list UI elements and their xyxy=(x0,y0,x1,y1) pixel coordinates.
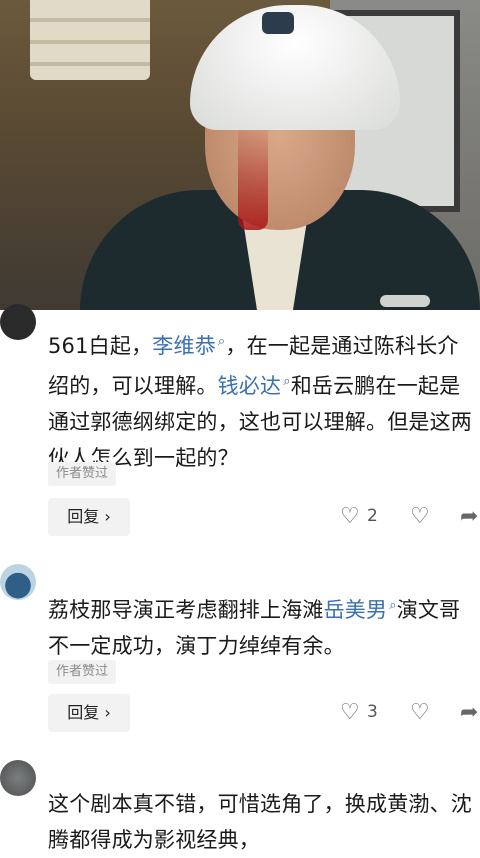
like-count: 2 xyxy=(367,506,378,526)
comment-1: 561白起，李维恭 ⌕，在一起是通过陈科长介绍的，可以理解。钱必达 ⌕和岳云鹏在一起… xyxy=(0,304,480,550)
heart-icon[interactable]: ♡ xyxy=(340,506,360,528)
share-icon[interactable]: ➦ xyxy=(460,702,478,724)
author-liked-tag: 作者赞过 xyxy=(48,462,117,486)
search-icon: ⌕ xyxy=(389,598,397,613)
author-liked-tag: 作者赞过 xyxy=(48,660,117,684)
mention-name: 李维恭 xyxy=(152,334,216,358)
helmet-badge xyxy=(262,12,294,34)
heart-icon[interactable]: ♡ xyxy=(340,702,360,724)
text-segment: 这个剧本真不错，可惜选角了，换成黄渤、沈腾都得成为影视经典， xyxy=(48,792,472,852)
blood-streak xyxy=(238,120,268,230)
text-segment: 荔枝那导演正考虑翻排上海滩 xyxy=(48,598,324,622)
comment-text: 561白起，李维恭 ⌕，在一起是通过陈科长介绍的，可以理解。钱必达 ⌕和岳云鹏在一起… xyxy=(48,324,476,476)
avatar[interactable] xyxy=(0,304,36,340)
video-frame-image[interactable] xyxy=(0,0,480,310)
background-lamp xyxy=(30,0,150,80)
broken-heart-icon[interactable]: ♡ xyxy=(410,702,430,724)
search-icon: ⌕ xyxy=(283,374,291,389)
mention-name: 岳美男 xyxy=(323,598,388,622)
avatar[interactable] xyxy=(0,760,36,796)
mention-link[interactable]: 岳美男 ⌕ xyxy=(324,598,397,622)
wing-badge xyxy=(380,295,430,307)
mention-name: 钱必达 xyxy=(217,374,282,398)
comment-text: 荔枝那导演正考虑翻排上海滩岳美男 ⌕演文哥不一定成功，演丁力绰绰有余。 xyxy=(48,588,476,664)
reply-button[interactable]: 回复 › xyxy=(48,498,130,536)
broken-heart-icon[interactable]: ♡ xyxy=(410,506,430,528)
comment-text: 这个剧本真不错，可惜选角了，换成黄渤、沈腾都得成为影视经典， xyxy=(48,786,476,858)
comment-3: 这个剧本真不错，可惜选角了，换成黄渤、沈腾都得成为影视经典， xyxy=(0,760,480,853)
share-icon[interactable]: ➦ xyxy=(460,506,478,528)
text-segment: 561白起， xyxy=(48,334,153,358)
mention-link[interactable]: 李维恭 ⌕ xyxy=(152,334,225,358)
mention-link[interactable]: 钱必达 ⌕ xyxy=(218,374,291,398)
like-count: 3 xyxy=(367,702,378,722)
avatar[interactable] xyxy=(0,564,36,600)
reply-button[interactable]: 回复 › xyxy=(48,694,130,732)
comment-2: 荔枝那导演正考虑翻排上海滩岳美男 ⌕演文哥不一定成功，演丁力绰绰有余。 作者赞过 … xyxy=(0,562,480,742)
